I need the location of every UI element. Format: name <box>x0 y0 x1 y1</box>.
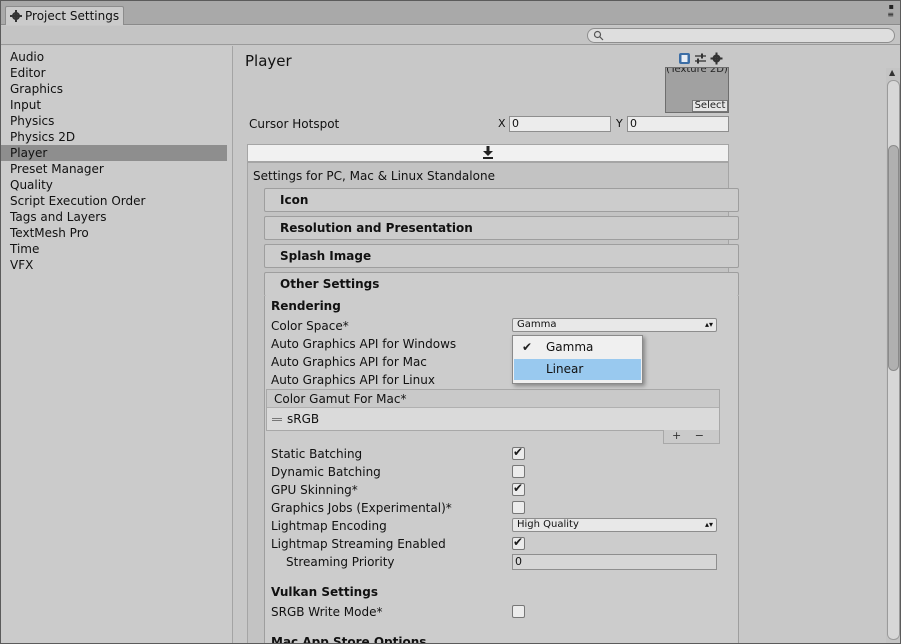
menu-icon[interactable]: ≡ <box>887 11 894 19</box>
static-batching-checkbox[interactable] <box>512 445 525 460</box>
hotspot-x-field[interactable]: 0 <box>509 116 611 132</box>
color-space-dropdown[interactable]: Gamma ▴▾ <box>512 318 717 332</box>
hotspot-x-label: X <box>498 117 506 130</box>
lightmap-encoding-label: Lightmap Encoding <box>271 519 387 533</box>
scrollbar-thumb[interactable] <box>888 145 899 371</box>
color-space-value: Gamma <box>517 319 557 330</box>
add-item-button[interactable]: + <box>672 429 681 442</box>
sidebar-item-player[interactable]: Player <box>1 145 227 161</box>
sidebar-item-physics[interactable]: Physics <box>1 113 227 129</box>
lightmap-encoding-dropdown[interactable]: High Quality ▴▾ <box>512 518 717 532</box>
hotspot-y-label: Y <box>616 117 623 130</box>
gpu-skinning-checkbox[interactable] <box>512 481 525 496</box>
checkmark-icon: ✔ <box>522 340 533 354</box>
vertical-scrollbar[interactable]: ▲ <box>886 68 900 643</box>
texture-label: (Texture 2D) <box>666 67 728 75</box>
remove-item-button[interactable]: − <box>695 429 704 442</box>
sidebar-item-script-execution-order[interactable]: Script Execution Order <box>1 193 227 209</box>
section-icon[interactable]: Icon <box>264 188 739 212</box>
srgb-write-mode-checkbox[interactable] <box>512 605 525 618</box>
menu-item-label: Gamma <box>546 340 594 354</box>
tab-project-settings[interactable]: Project Settings <box>5 6 124 25</box>
sidebar-item-quality[interactable]: Quality <box>1 177 227 193</box>
lightmap-streaming-checkbox[interactable] <box>512 535 525 550</box>
vulkan-settings-heading: Vulkan Settings <box>271 585 378 599</box>
menu-item-gamma[interactable]: ✔ Gamma <box>514 337 641 358</box>
download-arrow-icon[interactable] <box>483 146 493 159</box>
toolbar <box>1 26 900 45</box>
streaming-priority-label: Streaming Priority <box>286 555 395 569</box>
chevron-updown-icon: ▴▾ <box>704 520 713 529</box>
chevron-updown-icon: ▴▾ <box>704 320 713 329</box>
sidebar-item-tags-and-layers[interactable]: Tags and Layers <box>1 209 227 225</box>
dynamic-batching-label: Dynamic Batching <box>271 465 381 479</box>
platform-tab-strip <box>247 144 729 162</box>
sidebar-item-vfx[interactable]: VFX <box>1 257 227 273</box>
list-footer: + − <box>663 430 720 444</box>
sidebar-item-audio[interactable]: Audio <box>1 49 227 65</box>
hotspot-y-field[interactable]: 0 <box>627 116 729 132</box>
section-splash-image[interactable]: Splash Image <box>264 244 739 268</box>
sidebar-item-input[interactable]: Input <box>1 97 227 113</box>
project-settings-window: Project Settings ▪ ≡ Audio Editor Graphi… <box>0 0 901 644</box>
lightmap-encoding-value: High Quality <box>517 519 579 530</box>
sliders-icon[interactable] <box>694 52 707 65</box>
dynamic-batching-checkbox[interactable] <box>512 465 525 478</box>
color-gamut-item: sRGB <box>287 412 320 426</box>
search-icon <box>593 30 604 41</box>
cursor-hotspot-label: Cursor Hotspot <box>249 117 340 131</box>
gear-icon[interactable] <box>710 52 723 65</box>
gear-icon <box>10 10 22 22</box>
rendering-heading: Rendering <box>271 299 341 313</box>
menu-item-linear[interactable]: Linear <box>514 359 641 380</box>
gpu-skinning-label: GPU Skinning* <box>271 483 358 497</box>
scroll-up-icon[interactable]: ▲ <box>889 68 895 77</box>
sidebar: Audio Editor Graphics Input Physics Phys… <box>1 46 233 643</box>
color-gamut-list: Color Gamut For Mac* sRGB <box>266 389 720 431</box>
cursor-texture-thumbnail[interactable]: (Texture 2D) Select <box>665 67 729 113</box>
header-icons <box>678 52 723 65</box>
texture-select-button[interactable]: Select <box>692 100 728 112</box>
menu-item-label: Linear <box>546 362 584 376</box>
section-other-settings[interactable]: Other Settings <box>264 272 739 296</box>
srgb-write-mode-label: SRGB Write Mode* <box>271 605 383 619</box>
window-controls[interactable]: ▪ ≡ <box>887 3 894 19</box>
color-space-label: Color Space* <box>271 319 349 333</box>
sidebar-item-preset-manager[interactable]: Preset Manager <box>1 161 227 177</box>
auto-graphics-api-mac-label: Auto Graphics API for Mac <box>271 355 427 369</box>
tab-bar: Project Settings ▪ ≡ <box>1 1 900 25</box>
platform-title: Settings for PC, Mac & Linux Standalone <box>253 169 495 183</box>
sidebar-item-textmesh-pro[interactable]: TextMesh Pro <box>1 225 227 241</box>
lightmap-streaming-label: Lightmap Streaming Enabled <box>271 537 446 551</box>
sidebar-item-graphics[interactable]: Graphics <box>1 81 227 97</box>
section-resolution-and-presentation[interactable]: Resolution and Presentation <box>264 216 739 240</box>
tab-title: Project Settings <box>25 9 120 23</box>
page-title: Player <box>245 52 292 70</box>
static-batching-label: Static Batching <box>271 447 363 461</box>
mac-app-store-heading: Mac App Store Options <box>271 635 427 644</box>
book-icon[interactable] <box>678 52 691 65</box>
auto-graphics-api-windows-label: Auto Graphics API for Windows <box>271 337 457 351</box>
sidebar-item-physics-2d[interactable]: Physics 2D <box>1 129 227 145</box>
sidebar-item-editor[interactable]: Editor <box>1 65 227 81</box>
search-input[interactable] <box>587 28 895 43</box>
sidebar-item-time[interactable]: Time <box>1 241 227 257</box>
color-gamut-header: Color Gamut For Mac* <box>267 390 719 408</box>
streaming-priority-field[interactable]: 0 <box>512 554 717 570</box>
list-item[interactable]: sRGB <box>267 408 719 430</box>
graphics-jobs-checkbox[interactable] <box>512 501 525 514</box>
color-space-popup-menu: ✔ Gamma Linear <box>512 335 643 384</box>
drag-handle-icon[interactable] <box>272 418 282 421</box>
graphics-jobs-label: Graphics Jobs (Experimental)* <box>271 501 452 515</box>
auto-graphics-api-linux-label: Auto Graphics API for Linux <box>271 373 435 387</box>
